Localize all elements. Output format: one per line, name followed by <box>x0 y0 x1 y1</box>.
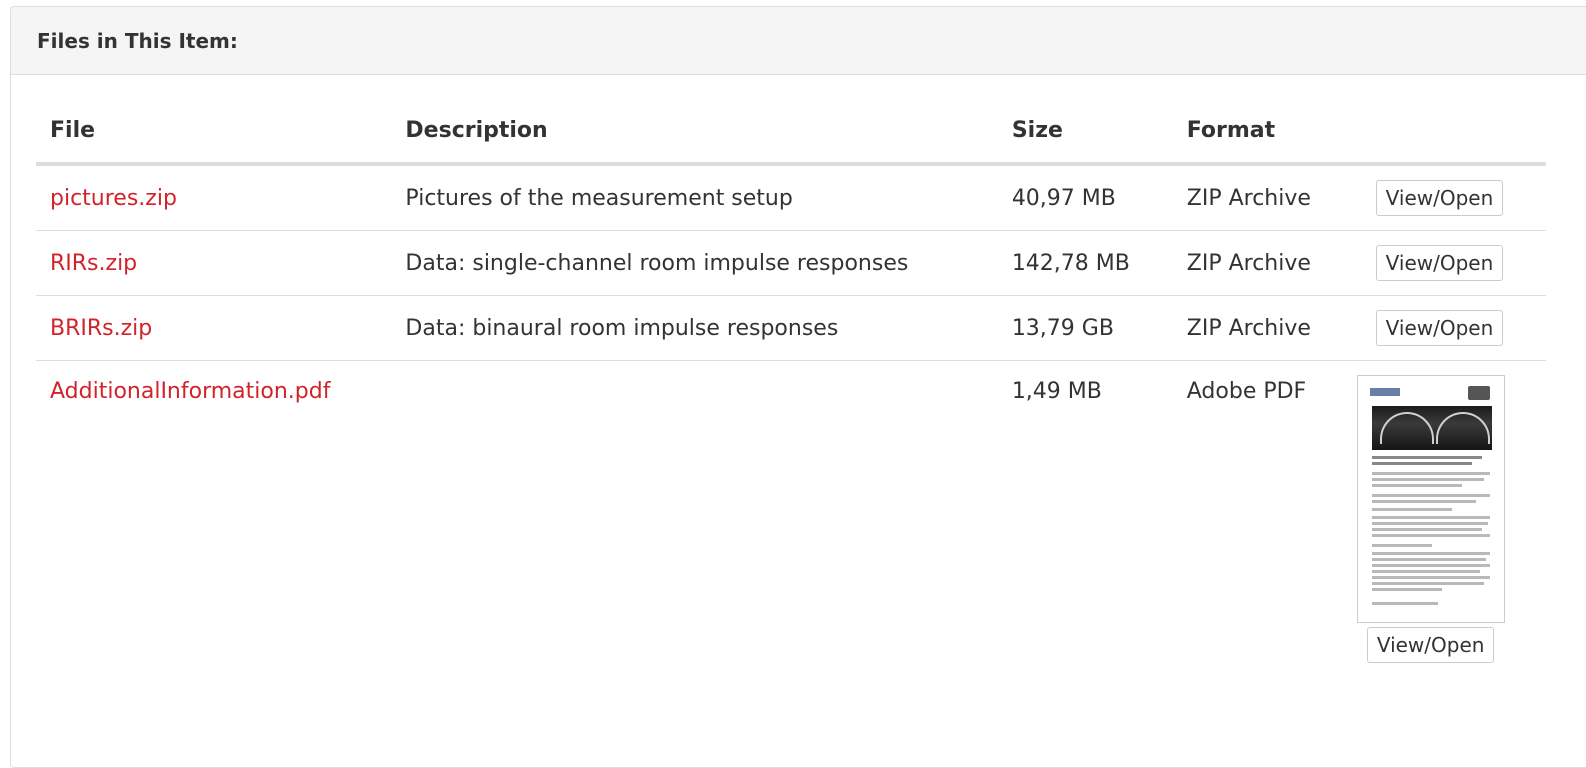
header-file: File <box>36 98 392 166</box>
header-size: Size <box>997 98 1173 166</box>
size-cell: 13,79 GB <box>997 295 1173 361</box>
table-header-row: File Description Size Format <box>36 98 1546 166</box>
table-row: pictures.zip Pictures of the measurement… <box>36 164 1546 231</box>
file-link-rirs[interactable]: RIRs.zip <box>50 251 137 276</box>
header-format: Format <box>1172 98 1376 166</box>
format-cell: ZIP Archive <box>1172 230 1376 296</box>
file-cell: pictures.zip <box>36 164 392 231</box>
description-cell: Data: binaural room impulse responses <box>391 295 998 361</box>
thumbnail-text-line <box>1371 602 1438 605</box>
panel-title: Files in This Item: <box>11 7 1586 75</box>
view-open-button[interactable]: View/Open <box>1375 310 1504 346</box>
description-cell: Pictures of the measurement setup <box>391 164 998 231</box>
file-cell: AdditionalInformation.pdf <box>36 361 391 664</box>
size-cell: 40,97 MB <box>997 164 1173 231</box>
thumbnail-text-line <box>1371 516 1490 519</box>
action-cell: View/Open <box>1375 230 1546 296</box>
table-row: BRIRs.zip Data: binaural room impulse re… <box>36 295 1546 361</box>
thumbnail-text-line <box>1371 478 1484 481</box>
thumbnail-text-line <box>1371 472 1490 475</box>
header-description: Description <box>391 98 998 166</box>
thumbnail-text-line <box>1371 484 1462 487</box>
action-cell: View/Open <box>1356 361 1546 663</box>
thumbnail-text-line <box>1371 462 1472 465</box>
files-table: File Description Size Format pictures.zi… <box>36 98 1546 663</box>
thumbnail-text-line <box>1371 534 1490 537</box>
view-open-button[interactable]: View/Open <box>1366 627 1495 663</box>
size-cell: 142,78 MB <box>997 230 1173 296</box>
description-cell <box>391 361 997 664</box>
thumbnail-text-line <box>1371 500 1476 503</box>
file-cell: RIRs.zip <box>36 230 392 296</box>
action-cell: View/Open <box>1375 164 1546 231</box>
format-cell: ZIP Archive <box>1172 164 1376 231</box>
file-cell: BRIRs.zip <box>36 295 392 361</box>
thumbnail-text-line <box>1371 508 1452 511</box>
view-open-button[interactable]: View/Open <box>1375 180 1504 216</box>
action-cell: View/Open <box>1375 295 1546 361</box>
thumbnail-text-line <box>1371 552 1490 555</box>
format-cell: ZIP Archive <box>1172 295 1376 361</box>
thumbnail-text-line <box>1371 570 1480 573</box>
thumbnail-text-line <box>1371 582 1484 585</box>
size-cell: 1,49 MB <box>1011 379 1102 404</box>
thumbnail-group: View/Open <box>1356 375 1506 663</box>
format-cell: Adobe PDF <box>1186 379 1307 404</box>
thumbnail-emblem <box>1467 386 1490 400</box>
thumbnail-logo <box>1369 388 1400 396</box>
pdf-thumbnail[interactable] <box>1356 375 1505 623</box>
thumbnail-text-line <box>1371 564 1490 567</box>
file-link-additional-information[interactable]: AdditionalInformation.pdf <box>50 379 330 404</box>
thumbnail-text-line <box>1371 522 1488 525</box>
file-link-brirs[interactable]: BRIRs.zip <box>50 316 152 341</box>
thumbnail-text-line <box>1371 588 1442 591</box>
thumbnail-text-line <box>1371 494 1490 497</box>
thumbnail-text-line <box>1371 558 1486 561</box>
thumbnail-text-line <box>1371 544 1432 547</box>
thumbnail-text-line <box>1371 456 1482 459</box>
description-cell: Data: single-channel room impulse respon… <box>391 230 998 296</box>
file-link-pictures[interactable]: pictures.zip <box>50 186 177 211</box>
view-open-button[interactable]: View/Open <box>1375 245 1504 281</box>
header-action <box>1375 98 1546 166</box>
table-row: AdditionalInformation.pdf 1,49 MB Adobe … <box>36 361 1546 664</box>
table-row: RIRs.zip Data: single-channel room impul… <box>36 230 1546 296</box>
thumbnail-text-line <box>1371 576 1490 579</box>
thumbnail-text-line <box>1371 528 1482 531</box>
